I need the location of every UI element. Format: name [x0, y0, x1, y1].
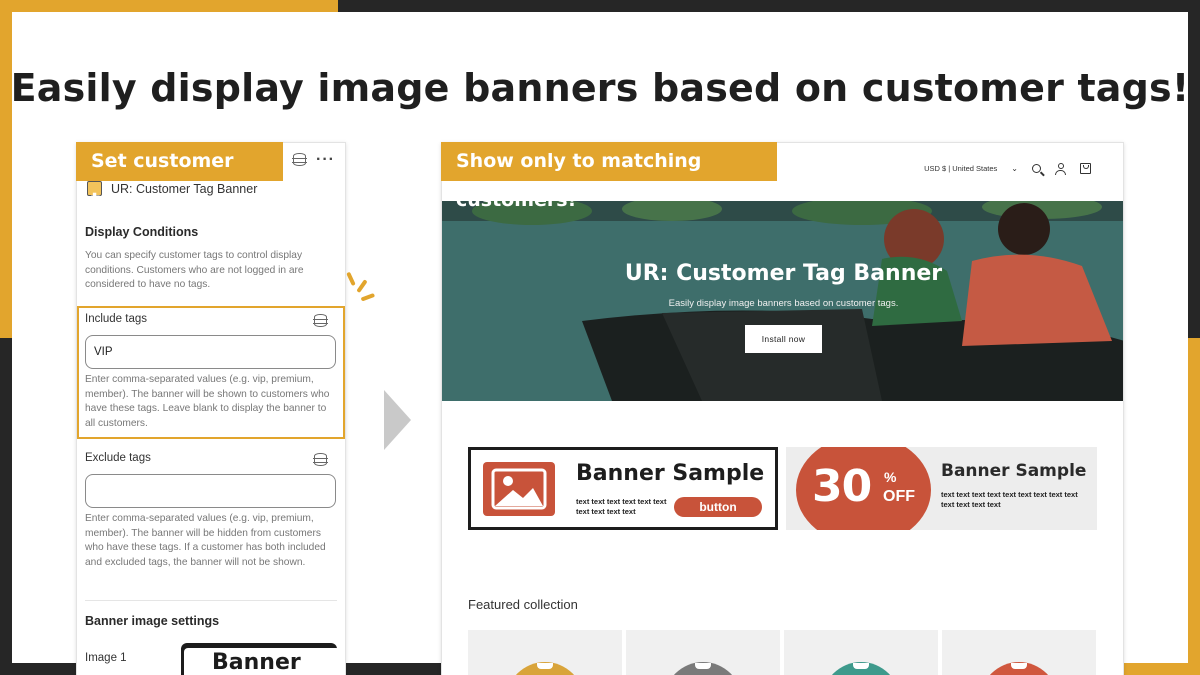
include-tags-help: Enter comma-separated values (e.g. vip, …: [85, 374, 330, 429]
database-icon[interactable]: [292, 153, 307, 166]
settings-panel: ··· UR: Customer Tag Banner Display Cond…: [76, 142, 346, 675]
product-card[interactable]: [942, 630, 1096, 675]
banner-image-settings-title: Banner image settings: [85, 614, 220, 628]
product-card[interactable]: [468, 630, 622, 675]
tshirt-image: [980, 662, 1058, 675]
exclude-tags-input[interactable]: [85, 474, 336, 508]
discount-percent: %: [884, 469, 897, 485]
cart-icon[interactable]: [1080, 163, 1091, 174]
settings-callout-label: Set customer tags...: [76, 142, 283, 211]
image1-preview-text: Banner Sa: [184, 648, 337, 675]
tshirt-image: [664, 662, 742, 675]
hero-title: UR: Customer Tag Banner: [624, 261, 943, 286]
arrow-right-icon: [384, 390, 411, 450]
storefront-callout-label: Show only to matching customers!: [441, 142, 777, 211]
panel-toolbar: ···: [292, 151, 335, 167]
featured-collection-title: Featured collection: [468, 597, 578, 612]
discount-number: 30: [812, 461, 872, 512]
exclude-tags-help: Enter comma-separated values (e.g. vip, …: [85, 513, 326, 568]
include-tags-input[interactable]: VIP: [85, 335, 336, 369]
hero-content: UR: Customer Tag Banner Easily display i…: [442, 261, 1123, 353]
page-headline: Easily display image banners based on cu…: [10, 66, 1190, 110]
banner-sample-1[interactable]: Banner Sample text text text text text t…: [468, 447, 778, 530]
chevron-down-icon: ⌄: [1011, 164, 1018, 173]
account-icon[interactable]: [1055, 163, 1066, 175]
discount-off: OFF: [883, 488, 915, 505]
more-options-icon[interactable]: ···: [316, 151, 335, 167]
banner-sample-2[interactable]: 30 % OFF Banner Sample text text text te…: [786, 447, 1097, 530]
product-card[interactable]: [784, 630, 938, 675]
banner1-button[interactable]: button: [674, 497, 762, 517]
display-conditions-help: You can specify customer tags to control…: [85, 250, 304, 290]
banner2-title: Banner Sample: [941, 461, 1087, 481]
product-card[interactable]: [626, 630, 780, 675]
tshirt-image: [822, 662, 900, 675]
include-tags-label: Include tags: [85, 313, 148, 325]
dynamic-source-icon[interactable]: [313, 314, 328, 327]
banner1-title: Banner Sample: [576, 461, 765, 486]
dynamic-source-icon[interactable]: [313, 453, 328, 466]
store-header: USD $ | United States ⌄: [924, 163, 1091, 175]
image1-preview[interactable]: Banner Sa: [181, 643, 337, 675]
exclude-tags-label: Exclude tags: [85, 452, 151, 464]
currency-selector[interactable]: USD $ | United States: [924, 164, 997, 173]
banner1-text: text text text text text text text text …: [576, 497, 667, 516]
install-now-button[interactable]: Install now: [744, 325, 823, 353]
hero-banner: UR: Customer Tag Banner Easily display i…: [442, 201, 1123, 401]
image-placeholder-icon: [483, 462, 555, 516]
hero-subtitle: Easily display image banners based on cu…: [668, 298, 899, 309]
search-icon[interactable]: [1032, 164, 1041, 173]
storefront-preview: USD $ | United States ⌄ UR: Customer Tag…: [441, 142, 1124, 675]
section-divider: [85, 600, 337, 601]
display-conditions-title: Display Conditions: [85, 225, 199, 239]
banner2-text: text text text text text text text text …: [941, 490, 1078, 509]
tshirt-image: [506, 662, 584, 675]
image1-label: Image 1: [85, 652, 127, 664]
image-icon-graphic: [491, 468, 547, 510]
